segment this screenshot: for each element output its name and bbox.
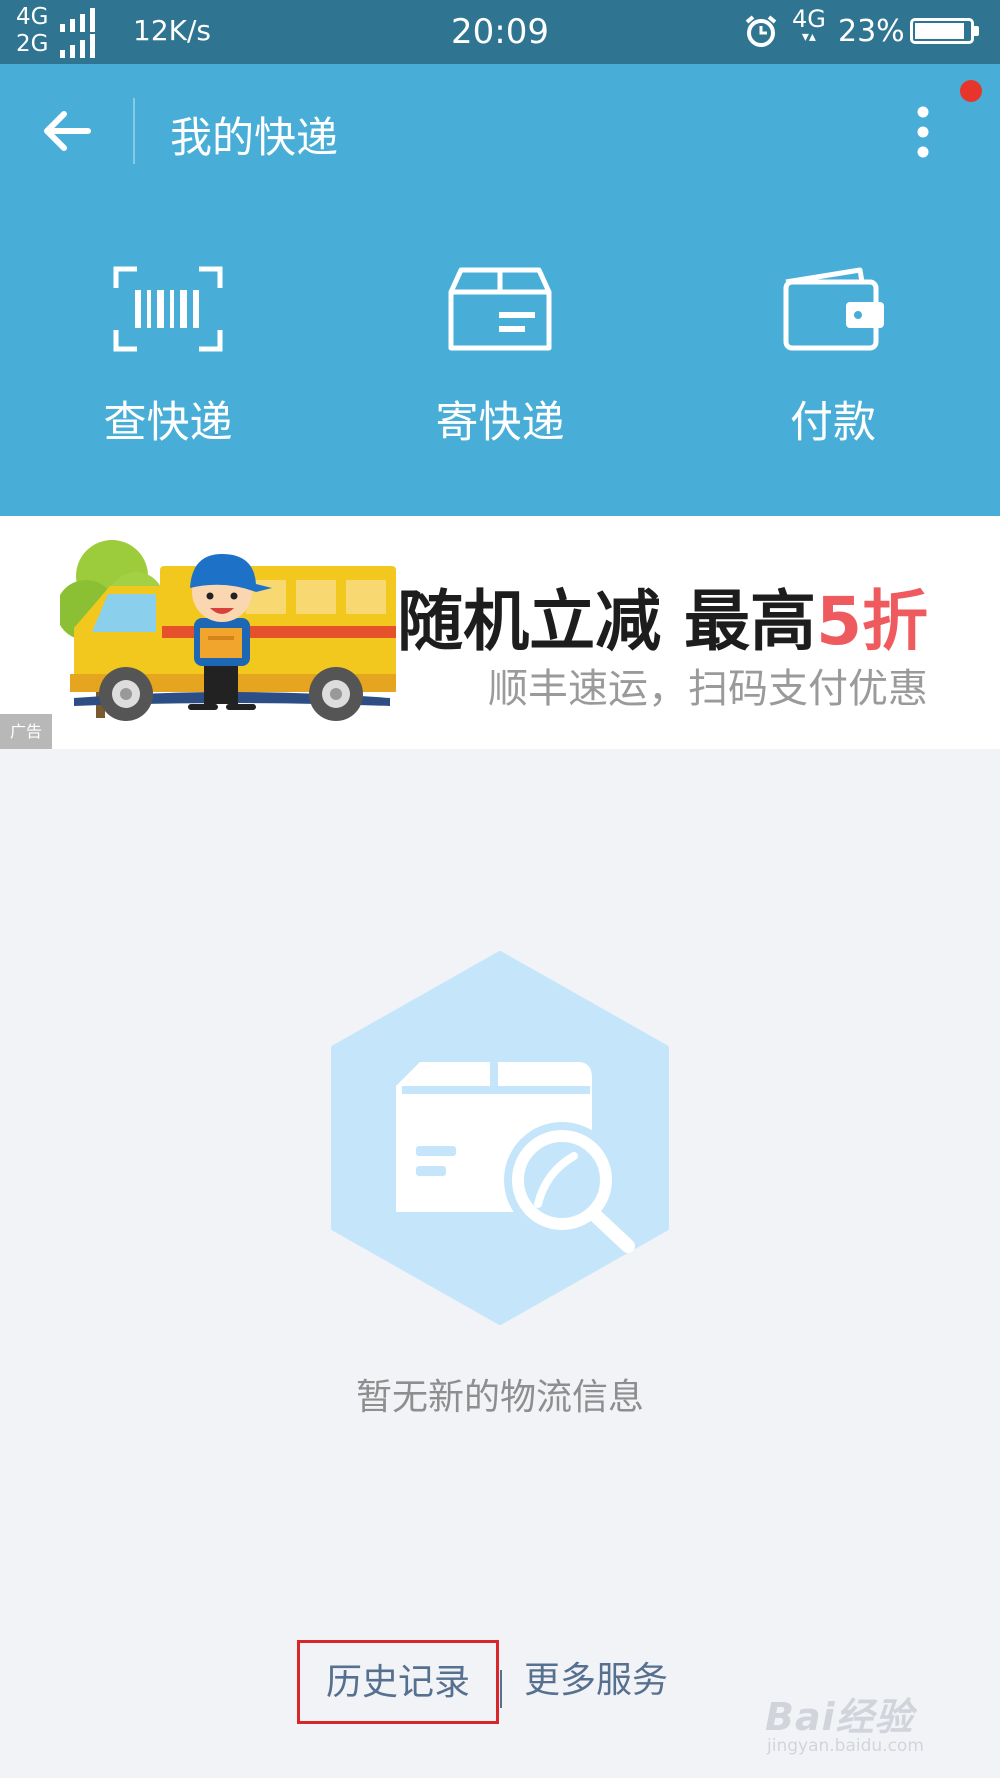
- empty-state-message: 暂无新的物流信息: [355, 1377, 644, 1418]
- promo-subline: 顺丰速运，扫码支付优惠: [488, 666, 928, 712]
- page-title: 我的快递: [170, 113, 339, 162]
- package-search-icon: [331, 951, 669, 1325]
- notification-dot: [960, 80, 982, 102]
- watermark-url: jingyan.baidu.com: [767, 1736, 924, 1756]
- wallet-icon: [783, 267, 884, 351]
- footer-separator: [500, 1670, 502, 1708]
- action-label: 付款: [790, 398, 876, 448]
- status-bar: 4G 2G 12K/s 20:09 4G ▾▴ 23%: [0, 0, 1000, 64]
- history-link[interactable]: 历史记录: [297, 1640, 499, 1724]
- alarm-icon: [745, 15, 777, 47]
- promo-highlight: 5折: [816, 583, 928, 660]
- header: 我的快递 查快递 寄快递 付款: [0, 64, 1000, 516]
- action-label: 寄快递: [435, 398, 565, 448]
- barcode-scan-icon: [113, 266, 223, 352]
- package-box-icon: [448, 267, 552, 351]
- ad-label: 广告: [0, 714, 52, 749]
- action-label: 查快递: [103, 398, 233, 448]
- action-send-express[interactable]: 寄快递: [400, 264, 600, 450]
- header-divider: [133, 98, 135, 164]
- network-right: 4G ▾▴: [792, 5, 826, 45]
- baidu-watermark: Bai经验 jingyan.baidu.com: [765, 1686, 965, 1762]
- back-arrow-icon[interactable]: [40, 106, 94, 156]
- battery-percent: 23%: [838, 14, 905, 49]
- promo-banner[interactable]: 随机立减 最高5折 顺丰速运，扫码支付优惠 广告: [0, 516, 1000, 749]
- more-services-link[interactable]: 更多服务: [524, 1640, 668, 1724]
- delivery-truck-courier-image: [60, 540, 396, 721]
- promo-headline: 随机立减 最高5折: [397, 583, 928, 660]
- action-payment[interactable]: 付款: [733, 264, 933, 450]
- watermark-brand: Bai经验: [765, 1695, 914, 1739]
- battery-icon: [910, 18, 979, 44]
- action-query-express[interactable]: 查快递: [68, 264, 268, 450]
- more-options-icon[interactable]: [910, 102, 936, 162]
- battery-fill: [915, 23, 964, 39]
